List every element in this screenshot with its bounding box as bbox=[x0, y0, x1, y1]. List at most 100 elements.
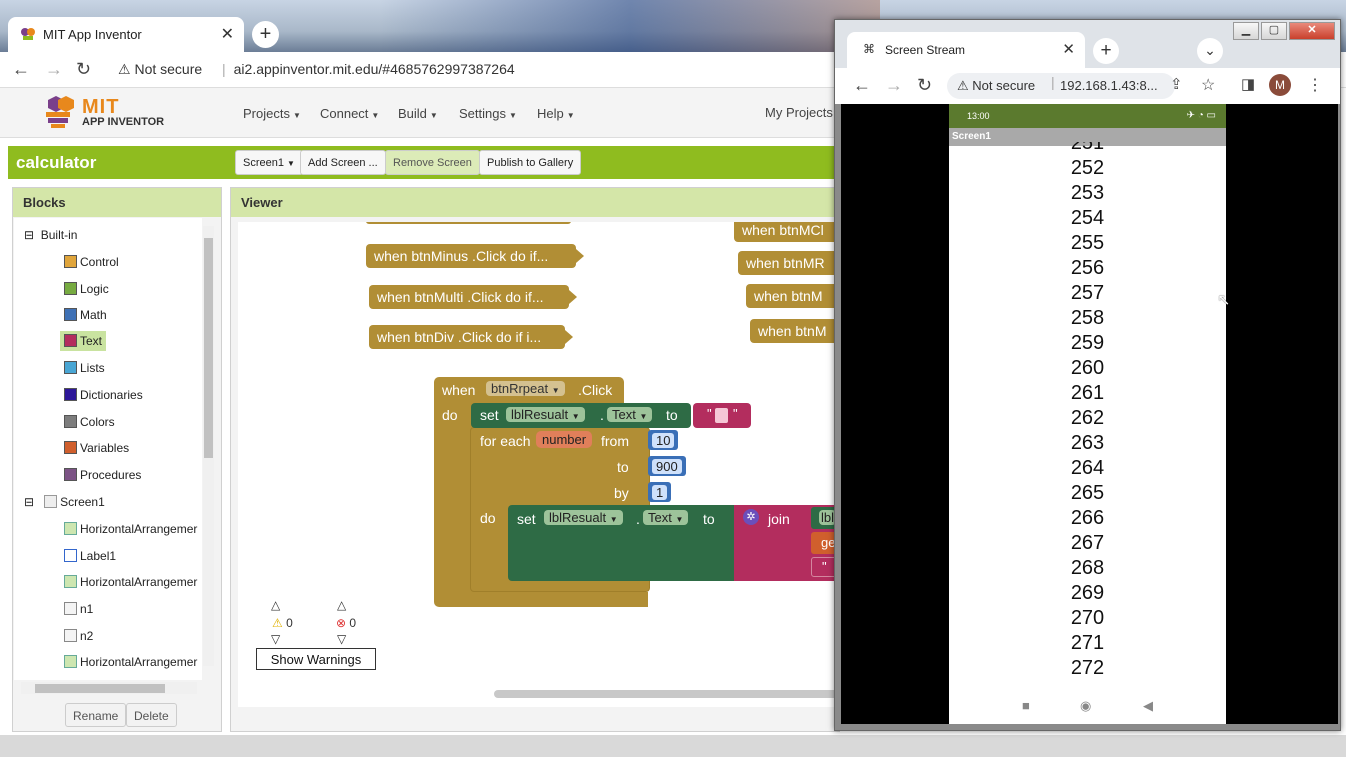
collapsed-block-btnm[interactable]: when btnM bbox=[746, 284, 840, 308]
rename-button[interactable]: Rename bbox=[65, 703, 127, 727]
remove-screen-button[interactable]: Remove Screen bbox=[385, 150, 480, 175]
tree-component[interactable]: n2 bbox=[64, 629, 93, 643]
collapsed-block-btnmr[interactable]: when btnMR bbox=[738, 251, 840, 275]
share-icon[interactable]: ⇪ bbox=[1170, 75, 1183, 93]
property-dropdown[interactable]: Text ▼ bbox=[607, 406, 653, 424]
security-indicator[interactable]: ⚠ Not secure bbox=[118, 61, 202, 78]
menu-help[interactable]: Help ▼ bbox=[537, 106, 575, 121]
menu-settings[interactable]: Settings ▼ bbox=[459, 106, 517, 121]
collapse-icon[interactable]: ⊟ bbox=[24, 495, 34, 509]
back-triangle-icon[interactable]: ◀ bbox=[1143, 698, 1153, 714]
partial-block[interactable] bbox=[366, 222, 571, 224]
errors-up-arrow-icon[interactable]: △ bbox=[337, 598, 346, 612]
collapsed-block-btnm2[interactable]: when btnM bbox=[750, 319, 840, 343]
collapsed-block-btnmcl[interactable]: when btnMCl bbox=[734, 222, 840, 242]
set-keyword: set bbox=[480, 407, 499, 423]
tree-builtin-node[interactable]: ⊟ Built-in bbox=[24, 228, 77, 242]
tree-item-procedures[interactable]: Procedures bbox=[64, 468, 141, 482]
tree-component[interactable]: HorizontalArrangemer bbox=[64, 522, 197, 536]
tree-component[interactable]: HorizontalArrangemer bbox=[64, 655, 197, 669]
forward-arrow-icon[interactable]: → bbox=[885, 75, 903, 96]
tree-item-colors[interactable]: Colors bbox=[64, 415, 115, 429]
back-arrow-icon[interactable]: ← bbox=[12, 59, 30, 80]
recents-square-icon[interactable]: ■ bbox=[1022, 698, 1030, 713]
tree-item-dictionaries[interactable]: Dictionaries bbox=[64, 388, 143, 402]
collapsed-block-btnmulti[interactable]: when btnMulti .Click do if... bbox=[369, 285, 577, 309]
publish-to-gallery-button[interactable]: Publish to Gallery bbox=[479, 150, 582, 175]
do-keyword: do bbox=[442, 407, 458, 423]
errors-down-arrow-icon[interactable]: ▽ bbox=[337, 632, 346, 646]
tree-screen-node[interactable]: ⊟ Screen1 bbox=[24, 495, 105, 509]
blocks-horizontal-scrollbar[interactable] bbox=[21, 682, 197, 694]
by-number-block[interactable]: 1 bbox=[648, 482, 672, 502]
tree-item-math[interactable]: Math bbox=[64, 308, 107, 322]
tree-item-lists[interactable]: Lists bbox=[64, 361, 105, 375]
tree-item-control[interactable]: Control bbox=[64, 255, 119, 269]
side-panel-icon[interactable]: ◨ bbox=[1241, 75, 1255, 93]
blocks-vertical-scrollbar[interactable] bbox=[203, 226, 214, 666]
gear-icon[interactable]: ✲ bbox=[743, 509, 759, 525]
reload-icon[interactable]: ↻ bbox=[76, 59, 91, 80]
collapsed-block-btnminus[interactable]: when btnMinus .Click do if... bbox=[366, 244, 584, 268]
warnings-down-arrow-icon[interactable]: ▽ bbox=[271, 632, 280, 646]
to-number-block[interactable]: 900 bbox=[648, 456, 686, 476]
collapsed-block-btndiv[interactable]: when btnDiv .Click do if i... bbox=[369, 325, 573, 349]
phone-screen[interactable]: 13:00 ✈ ◔ ▭ Screen1 251 252 253 254 255 … bbox=[949, 104, 1226, 724]
delete-button[interactable]: Delete bbox=[126, 703, 177, 727]
blocks-workspace[interactable]: when btnMinus .Click do if... when btnMu… bbox=[238, 222, 840, 707]
tab-screen-stream[interactable]: ⌘ Screen Stream ✕ bbox=[847, 32, 1085, 68]
number-list[interactable]: 251 252 253 254 255 256 257 258 259 260 … bbox=[949, 142, 1226, 690]
tab-search-chevron-icon[interactable]: ⌄ bbox=[1197, 38, 1223, 64]
app-inventor-logo-icon[interactable] bbox=[38, 94, 78, 130]
component-dropdown[interactable]: btnRrpeat ▼ bbox=[486, 380, 565, 398]
new-tab-button[interactable]: + bbox=[1093, 38, 1119, 64]
collapse-icon[interactable]: ⊟ bbox=[24, 228, 34, 242]
popup-address-bar[interactable]: ⚠ Not secure | 192.168.1.43:8... bbox=[947, 73, 1175, 99]
scrollbar-thumb[interactable] bbox=[204, 238, 213, 458]
home-circle-icon[interactable]: ◉ bbox=[1080, 698, 1091, 714]
more-menu-icon[interactable]: ⋮ bbox=[1307, 75, 1323, 95]
tree-component[interactable]: Label1 bbox=[64, 549, 116, 563]
back-arrow-icon[interactable]: ← bbox=[853, 75, 871, 96]
add-screen-button[interactable]: Add Screen ... bbox=[300, 150, 386, 175]
show-warnings-button[interactable]: Show Warnings bbox=[256, 648, 376, 670]
my-projects-link[interactable]: My Projects bbox=[765, 105, 833, 120]
number-value[interactable]: 10 bbox=[652, 433, 675, 448]
warning-triangle-icon: ⚠ bbox=[272, 616, 283, 630]
close-tab-icon[interactable]: ✕ bbox=[221, 24, 234, 44]
tree-item-text[interactable]: Text bbox=[60, 331, 107, 351]
menu-connect[interactable]: Connect ▼ bbox=[320, 106, 379, 121]
menu-projects[interactable]: Projects ▼ bbox=[243, 106, 301, 121]
number-line: 264 bbox=[1070, 457, 1105, 479]
empty-text-block[interactable]: " " bbox=[693, 403, 751, 428]
number-value[interactable]: 1 bbox=[652, 485, 668, 500]
new-tab-button[interactable]: + bbox=[252, 21, 279, 48]
reload-icon[interactable]: ↻ bbox=[917, 75, 932, 96]
label-dropdown[interactable]: lblResualt ▼ bbox=[544, 509, 623, 527]
avatar[interactable]: M bbox=[1269, 74, 1291, 96]
close-tab-icon[interactable]: ✕ bbox=[1062, 40, 1075, 58]
tree-component[interactable]: HorizontalArrangemer bbox=[64, 575, 197, 589]
forward-arrow-icon[interactable]: → bbox=[45, 59, 63, 80]
loop-variable[interactable]: number bbox=[536, 431, 593, 448]
screen-select-dropdown[interactable]: Screen1 ▼ bbox=[235, 150, 303, 175]
workspace-horizontal-scrollbar[interactable] bbox=[494, 690, 840, 698]
security-indicator[interactable]: ⚠ Not secure bbox=[957, 78, 1035, 94]
scrollbar-thumb[interactable] bbox=[35, 684, 165, 693]
close-window-button[interactable]: ✕ bbox=[1289, 22, 1335, 40]
minimize-button[interactable]: ▁ bbox=[1233, 22, 1259, 40]
address-bar[interactable]: | ai2.appinventor.mit.edu/#46857629973872… bbox=[222, 61, 515, 77]
tree-component[interactable]: n1 bbox=[64, 602, 93, 616]
menu-build[interactable]: Build ▼ bbox=[398, 106, 438, 121]
tab-mit-app-inventor[interactable]: MIT App Inventor ✕ bbox=[8, 17, 244, 52]
property-dropdown[interactable]: Text ▼ bbox=[643, 509, 689, 527]
warnings-up-arrow-icon[interactable]: △ bbox=[271, 598, 280, 612]
label-dropdown[interactable]: lblResualt ▼ bbox=[506, 406, 585, 424]
text-value-field[interactable] bbox=[715, 408, 728, 423]
from-number-block[interactable]: 10 bbox=[648, 430, 679, 450]
bookmark-star-icon[interactable]: ☆ bbox=[1201, 75, 1215, 95]
tree-item-variables[interactable]: Variables bbox=[64, 441, 129, 455]
tree-item-logic[interactable]: Logic bbox=[64, 282, 109, 296]
number-value[interactable]: 900 bbox=[652, 459, 682, 474]
maximize-button[interactable]: ▢ bbox=[1261, 22, 1287, 40]
